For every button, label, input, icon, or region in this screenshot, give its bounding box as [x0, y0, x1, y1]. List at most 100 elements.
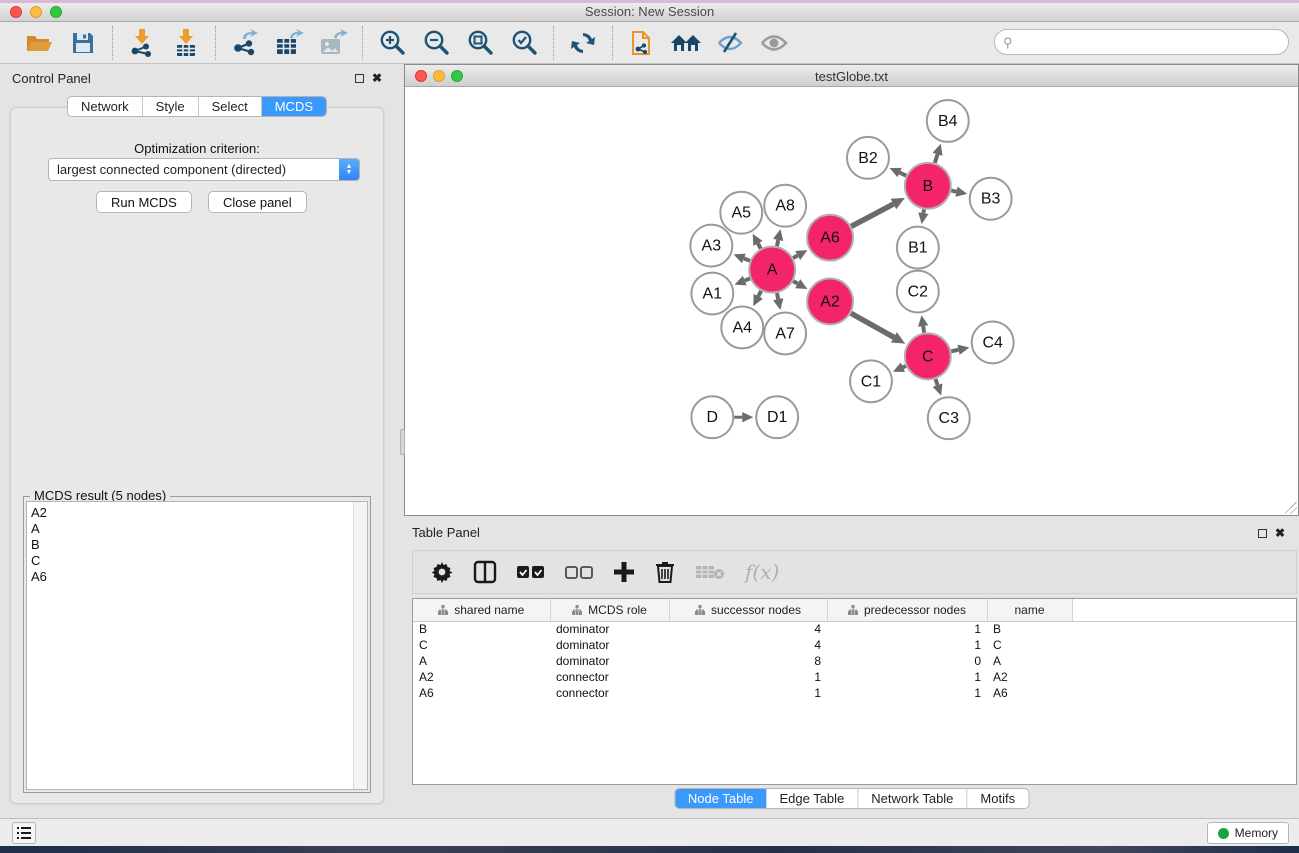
edge-B-B4[interactable] — [935, 154, 938, 163]
panel-divider-grip[interactable] — [400, 429, 405, 455]
edge-A-A5[interactable] — [758, 243, 761, 248]
node-C1[interactable]: C1 — [850, 360, 892, 402]
cell-name[interactable]: A2 — [987, 669, 1072, 685]
cell-successor-nodes[interactable]: 8 — [669, 653, 827, 669]
export-table-icon[interactable] — [272, 27, 306, 59]
resize-corner-icon[interactable] — [1285, 502, 1297, 514]
edge-C-C4[interactable] — [951, 350, 958, 352]
column-header-MCDS-role[interactable]: MCDS role — [550, 599, 669, 621]
save-icon[interactable] — [66, 27, 100, 59]
table-row[interactable]: Bdominator41B — [413, 621, 1296, 637]
function-builder-icon[interactable]: f(x) — [745, 560, 779, 584]
node-A3[interactable]: A3 — [690, 225, 732, 267]
export-network-icon[interactable] — [228, 27, 262, 59]
eye-icon[interactable] — [757, 27, 791, 59]
result-item[interactable]: A6 — [31, 569, 367, 585]
add-icon[interactable] — [613, 557, 635, 587]
memory-button[interactable]: Memory — [1207, 822, 1289, 844]
home-icon[interactable] — [669, 27, 703, 59]
cell-shared-name[interactable]: A2 — [413, 669, 550, 685]
edge-B-B3[interactable] — [951, 191, 956, 192]
node-C[interactable]: C — [905, 333, 951, 379]
search-field[interactable]: ⚲ — [994, 29, 1289, 55]
cell-name[interactable]: A — [987, 653, 1072, 669]
network-window-titlebar[interactable]: testGlobe.txt — [405, 65, 1298, 87]
tab-edge-table[interactable]: Edge Table — [766, 789, 858, 808]
network-file-icon[interactable] — [625, 27, 659, 59]
delete-table-icon[interactable] — [695, 557, 725, 587]
node-A5[interactable]: A5 — [720, 192, 762, 234]
column-header-shared-name[interactable]: shared name — [413, 599, 550, 621]
edge-A-A7[interactable] — [777, 293, 778, 299]
search-input[interactable] — [994, 29, 1289, 55]
open-folder-icon[interactable] — [22, 27, 56, 59]
node-table[interactable]: shared nameMCDS rolesuccessor nodesprede… — [412, 598, 1297, 785]
network-graph[interactable]: AA1A2A3A4A5A6A7A8BB1B2B3B4CC1C2C3C4DD1 — [405, 87, 1298, 515]
delete-icon[interactable] — [655, 557, 675, 587]
node-B1[interactable]: B1 — [897, 227, 939, 269]
edge-A-A6[interactable] — [793, 255, 798, 258]
zoom-selected-icon[interactable] — [507, 27, 541, 59]
run-mcds-button[interactable]: Run MCDS — [96, 191, 192, 213]
node-C4[interactable]: C4 — [972, 321, 1014, 363]
table-row[interactable]: A2connector11A2 — [413, 669, 1296, 685]
select-all-checkboxes-icon[interactable] — [517, 557, 545, 587]
close-panel-button[interactable]: Close panel — [208, 191, 307, 213]
node-B2[interactable]: B2 — [847, 137, 889, 179]
cell-predecessor-nodes[interactable]: 0 — [827, 653, 987, 669]
import-table-icon[interactable] — [169, 27, 203, 59]
node-D1[interactable]: D1 — [756, 396, 798, 438]
node-A1[interactable]: A1 — [691, 273, 733, 315]
cell-predecessor-nodes[interactable]: 1 — [827, 669, 987, 685]
edge-A-A8[interactable] — [777, 240, 778, 246]
export-image-icon[interactable] — [316, 27, 350, 59]
cell-shared-name[interactable]: C — [413, 637, 550, 653]
edge-A-A3[interactable] — [744, 258, 750, 260]
edge-A-A1[interactable] — [745, 278, 750, 280]
node-A2[interactable]: A2 — [807, 279, 853, 325]
cell-name[interactable]: B — [987, 621, 1072, 637]
edge-A6-B[interactable] — [851, 204, 893, 226]
node-C3[interactable]: C3 — [928, 397, 970, 439]
zoom-out-icon[interactable] — [419, 27, 453, 59]
column-header-successor-nodes[interactable]: successor nodes — [669, 599, 827, 621]
column-header-name[interactable]: name — [987, 599, 1072, 621]
close-table-panel-icon[interactable]: ✖ — [1275, 526, 1285, 540]
node-B3[interactable]: B3 — [970, 178, 1012, 220]
task-history-button[interactable] — [12, 822, 36, 844]
close-panel-icon[interactable]: ✖ — [372, 71, 382, 85]
tab-network-table[interactable]: Network Table — [858, 789, 967, 808]
tab-mcds[interactable]: MCDS — [262, 97, 326, 116]
import-network-icon[interactable] — [125, 27, 159, 59]
table-row[interactable]: Cdominator41C — [413, 637, 1296, 653]
zoom-in-icon[interactable] — [375, 27, 409, 59]
tab-node-table[interactable]: Node Table — [675, 789, 767, 808]
node-A8[interactable]: A8 — [764, 185, 806, 227]
columns-icon[interactable] — [473, 557, 497, 587]
cell-successor-nodes[interactable]: 4 — [669, 621, 827, 637]
node-D[interactable]: D — [691, 396, 733, 438]
edge-C-C1[interactable] — [903, 366, 906, 367]
result-item[interactable]: A — [31, 521, 367, 537]
network-canvas[interactable]: AA1A2A3A4A5A6A7A8BB1B2B3B4CC1C2C3C4DD1 — [405, 87, 1298, 515]
column-header-predecessor-nodes[interactable]: predecessor nodes — [827, 599, 987, 621]
cell-MCDS-role[interactable]: dominator — [550, 653, 669, 669]
result-item[interactable]: A2 — [31, 505, 367, 521]
tab-style[interactable]: Style — [143, 97, 199, 116]
node-B[interactable]: B — [905, 163, 951, 209]
cell-name[interactable]: A6 — [987, 685, 1072, 701]
edge-A-A2[interactable] — [793, 281, 798, 284]
result-list-scrollbar[interactable] — [353, 502, 367, 789]
table-row[interactable]: A6connector11A6 — [413, 685, 1296, 701]
cell-MCDS-role[interactable]: connector — [550, 669, 669, 685]
zoom-fit-icon[interactable] — [463, 27, 497, 59]
edge-C-C2[interactable] — [923, 326, 924, 333]
float-panel-icon[interactable] — [355, 74, 364, 83]
result-item[interactable]: C — [31, 553, 367, 569]
tab-network[interactable]: Network — [68, 97, 143, 116]
float-table-panel-icon[interactable] — [1258, 529, 1267, 538]
tab-select[interactable]: Select — [199, 97, 262, 116]
layout-refresh-icon[interactable] — [566, 27, 600, 59]
criterion-dropdown[interactable]: largest connected component (directed) ▲… — [48, 158, 360, 181]
edge-B-B1[interactable] — [923, 209, 924, 213]
